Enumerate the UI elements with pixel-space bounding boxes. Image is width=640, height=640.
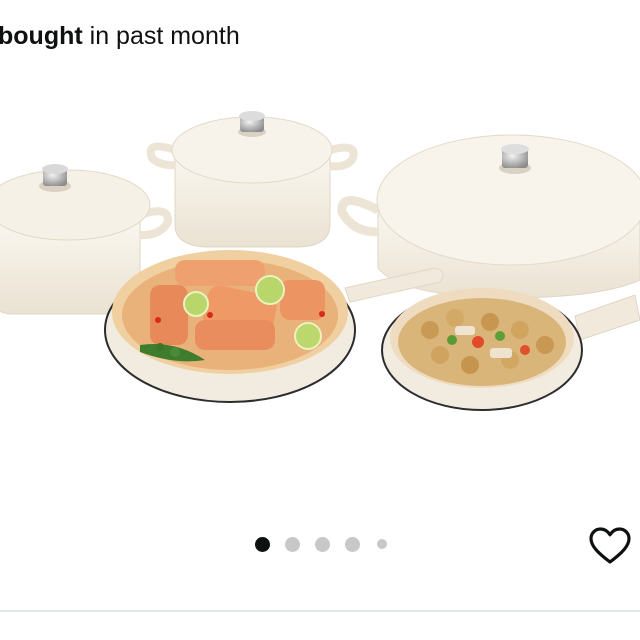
carousel-dot-2[interactable] [285, 536, 300, 552]
product-image[interactable] [0, 100, 640, 430]
carousel-dot-3[interactable] [315, 536, 330, 552]
carousel-dot-4[interactable] [345, 536, 360, 552]
bought-bold-text: bought [0, 22, 83, 50]
bought-rest-text: in past month [82, 22, 240, 50]
right-braiser [337, 134, 640, 299]
carousel-indicator [255, 536, 387, 552]
purchase-count-text: bought in past month [0, 20, 240, 52]
small-skillet [381, 288, 640, 411]
carousel-dot-1[interactable] [255, 536, 270, 552]
heart-icon[interactable] [588, 526, 632, 566]
middle-dutch-oven [146, 111, 358, 248]
section-divider [0, 610, 640, 612]
carousel-dot-5[interactable] [377, 539, 387, 549]
